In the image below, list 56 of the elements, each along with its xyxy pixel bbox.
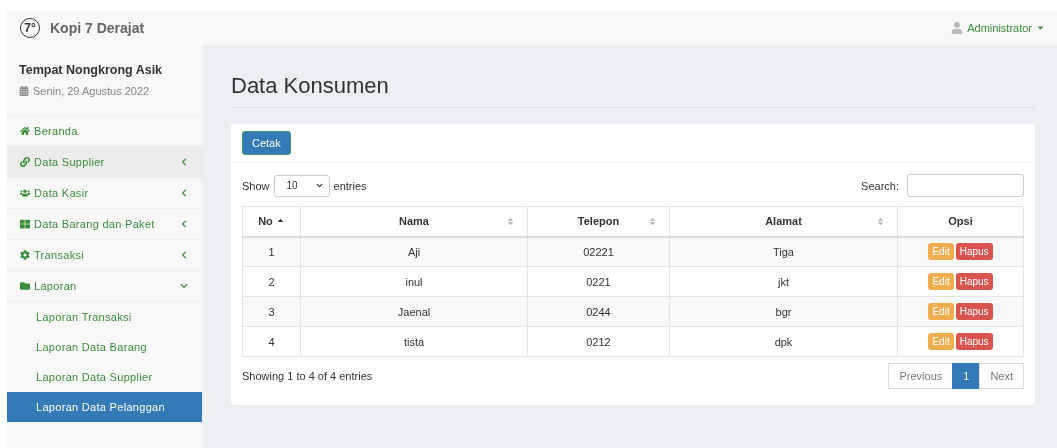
user-menu[interactable]: Administrator bbox=[951, 21, 1045, 34]
chevron-icon bbox=[315, 182, 323, 189]
entries-select[interactable]: 10 bbox=[273, 174, 330, 197]
grid-icon bbox=[20, 219, 30, 229]
table-cell: 0221 bbox=[527, 266, 670, 297]
table-cell: 0212 bbox=[527, 326, 670, 357]
delete-button[interactable]: Hapus bbox=[955, 273, 993, 290]
date-text: Senin, 29 Agustus 2022 bbox=[33, 85, 150, 97]
calendar-icon bbox=[19, 86, 29, 96]
menu-item[interactable]: Data Supplier bbox=[7, 147, 202, 178]
page-title: Data Konsumen bbox=[231, 73, 1035, 108]
column-header[interactable]: Alamat bbox=[669, 206, 898, 237]
column-header[interactable]: Telepon bbox=[527, 206, 670, 237]
page-button[interactable]: Previous bbox=[888, 363, 954, 389]
menu-item[interactable]: Data Barang dan Paket bbox=[7, 209, 202, 240]
submenu-item[interactable]: Laporan Data Barang bbox=[7, 332, 202, 362]
table-cell: 2 bbox=[242, 266, 301, 297]
table-cell: inul bbox=[300, 266, 528, 297]
page-button[interactable]: 1 bbox=[952, 363, 981, 389]
submenu-item[interactable]: Laporan Transaksi bbox=[7, 302, 202, 332]
show-label: Show bbox=[242, 179, 270, 192]
column-header[interactable]: Nama bbox=[300, 206, 528, 237]
table-cell: 1 bbox=[242, 236, 301, 267]
submenu-item[interactable]: Laporan Data Supplier bbox=[7, 362, 202, 392]
search-label: Search: bbox=[861, 179, 899, 192]
delete-button[interactable]: Hapus bbox=[955, 333, 993, 350]
table-cell: Jaenal bbox=[300, 296, 528, 327]
link-icon bbox=[20, 157, 30, 167]
print-button[interactable]: Cetak bbox=[242, 131, 291, 155]
gear-icon bbox=[20, 250, 30, 260]
home-icon bbox=[20, 126, 30, 136]
user-icon bbox=[951, 21, 964, 34]
table-cell: Tiga bbox=[669, 236, 898, 267]
delete-button[interactable]: Hapus bbox=[955, 243, 993, 261]
delete-button[interactable]: Hapus bbox=[955, 303, 993, 320]
brand-name: Kopi 7 Derajat bbox=[50, 19, 145, 36]
table-info: Showing 1 to 4 of 4 entries bbox=[242, 370, 373, 382]
table-cell: 0244 bbox=[527, 296, 670, 327]
folder-icon bbox=[20, 281, 30, 291]
search-field[interactable] bbox=[907, 174, 1024, 197]
table-cell: bgr bbox=[669, 296, 898, 327]
page-button[interactable]: Next bbox=[979, 363, 1024, 389]
column-header[interactable]: Opsi bbox=[897, 206, 1024, 237]
table-cell: jkt bbox=[669, 266, 898, 297]
table-cell: 3 bbox=[242, 296, 301, 327]
users-icon bbox=[20, 188, 30, 198]
table-cell: dpk bbox=[669, 326, 898, 357]
caret-icon bbox=[1036, 23, 1045, 32]
table-cell: 02221 bbox=[527, 236, 670, 267]
entries-label: entries bbox=[333, 179, 367, 192]
table-cell: 4 bbox=[242, 326, 301, 357]
table-cell: tista bbox=[300, 326, 528, 357]
column-header[interactable]: No bbox=[242, 206, 301, 237]
table-cell: Aji bbox=[300, 236, 528, 267]
submenu-item[interactable]: Laporan Data Pelanggan bbox=[7, 392, 202, 422]
sidebar-title: Tempat Nongkrong Asik bbox=[19, 63, 164, 77]
